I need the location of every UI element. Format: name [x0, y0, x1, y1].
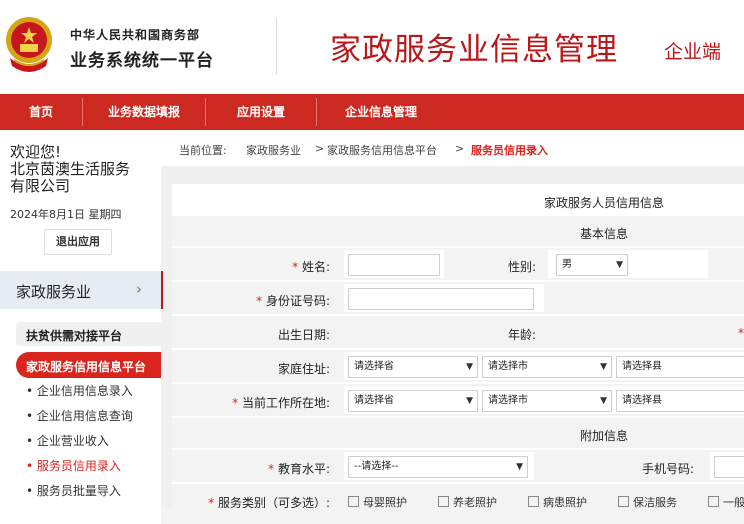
national-emblem-icon	[6, 17, 52, 72]
sidebar-group-label: 扶贫供需对接平台	[26, 329, 123, 343]
required-mark: *	[738, 326, 744, 340]
checkbox[interactable]	[528, 496, 539, 507]
company-name-line2: 有限公司	[10, 177, 71, 195]
sidebar-section-housekeeping[interactable]: 家政服务业 ›	[0, 271, 163, 309]
nav-home[interactable]: 首页	[0, 94, 82, 130]
form-section-row	[172, 418, 744, 448]
sidebar-link-enterprise-credit-entry[interactable]: • 企业信用信息录入	[26, 382, 133, 399]
name-label: * 姓名:	[292, 260, 330, 274]
breadcrumb-prefix: 当前位置:	[179, 144, 227, 157]
checkbox[interactable]	[438, 496, 449, 507]
age-label: 年龄:	[508, 328, 537, 342]
id-number-label: * 身份证号码:	[256, 294, 330, 308]
home-city-select[interactable]: 请选择市 ▼	[482, 356, 612, 378]
sidebar-link-staff-credit-entry[interactable]: • 服务员信用录入	[26, 457, 121, 474]
phone-input[interactable]	[714, 456, 744, 478]
sidebar-group-credit-active[interactable]: 家政服务信用信息平台	[16, 352, 161, 378]
credit-form: 家政服务人员信用信息 基本信息 * 姓名: 性别: 男 ▼ * 身份证号码: 出生…	[172, 184, 744, 524]
home-address-label: 家庭住址:	[277, 362, 330, 376]
chevron-down-icon: ▼	[600, 396, 607, 406]
logout-button[interactable]: 退出应用	[44, 229, 112, 255]
gender-label: 性别:	[508, 260, 537, 274]
bottom-strip	[161, 508, 744, 524]
education-select[interactable]: --请选择-- ▼	[348, 456, 528, 478]
sidebar-section-label: 家政服务业	[16, 283, 92, 301]
top-nav: 首页 业务数据填报 应用设置 企业信息管理	[0, 94, 744, 130]
id-number-input[interactable]	[348, 288, 534, 310]
header-divider	[276, 18, 277, 74]
checkbox[interactable]	[618, 496, 629, 507]
current-date: 2024年8月1日 星期四	[10, 208, 122, 221]
sidebar-link-enterprise-credit-query[interactable]: • 企业信用信息查询	[26, 407, 133, 424]
form-title: 家政服务人员信用信息	[544, 196, 665, 210]
home-county-select[interactable]: 请选择县▼	[616, 356, 744, 378]
form-section-row	[172, 216, 744, 246]
company-name-line1: 北京茵澳生活服务	[10, 160, 131, 178]
org-name-line1: 中华人民共和国商务部	[70, 28, 201, 42]
phone-label: 手机号码:	[642, 462, 695, 476]
sidebar-link-staff-bulk-import[interactable]: • 服务员批量导入	[26, 482, 121, 499]
app-title: 家政服务业信息管理	[330, 32, 618, 68]
breadcrumb: 当前位置: 家政服务业 > 家政服务信用信息平台 > 服务员信用录入	[161, 130, 744, 166]
home-province-select[interactable]: 请选择省 ▼	[348, 356, 478, 378]
work-province-select[interactable]: 请选择省 ▼	[348, 390, 478, 412]
basic-info-heading: 基本信息	[580, 227, 629, 241]
chevron-right-icon: ›	[136, 280, 142, 298]
education-label: * 教育水平:	[268, 462, 330, 476]
gender-select[interactable]: 男 ▼	[556, 254, 628, 276]
app-header: 中华人民共和国商务部 业务系统统一平台 家政服务业信息管理 企业端	[0, 0, 744, 94]
org-name-line2: 业务系统统一平台	[70, 51, 214, 71]
chevron-down-icon: ▼	[616, 260, 623, 270]
nav-app-settings[interactable]: 应用设置	[206, 94, 316, 130]
extra-info-heading: 附加信息	[580, 429, 629, 443]
app-subtitle: 企业端	[664, 41, 722, 63]
name-input[interactable]	[348, 254, 440, 276]
checkbox[interactable]	[708, 496, 719, 507]
breadcrumb-separator: >	[315, 142, 325, 155]
chevron-down-icon: ▼	[466, 362, 473, 372]
nav-enterprise-info[interactable]: 企业信息管理	[317, 94, 445, 130]
sidebar-link-business-revenue[interactable]: • 企业营业收入	[26, 432, 109, 449]
checkbox[interactable]	[348, 496, 359, 507]
welcome-greeting: 欢迎您!	[10, 143, 62, 161]
chevron-down-icon: ▼	[466, 396, 473, 406]
birth-date-label: 出生日期:	[277, 328, 330, 342]
form-row	[172, 316, 744, 348]
nav-data-entry[interactable]: 业务数据填报	[83, 94, 205, 130]
welcome-text: 欢迎您! 北京茵澳生活服务 有限公司	[10, 144, 130, 195]
breadcrumb-separator: >	[455, 142, 465, 155]
work-location-label: * 当前工作所在地:	[232, 396, 330, 410]
chevron-down-icon: ▼	[516, 462, 523, 472]
work-county-select[interactable]: 请选择县▼	[616, 390, 744, 412]
breadcrumb-current: 服务员信用录入	[471, 144, 548, 157]
chevron-down-icon: ▼	[600, 362, 607, 372]
breadcrumb-link-credit-platform[interactable]: 家政服务信用信息平台	[327, 142, 437, 158]
sidebar-group-label: 家政服务信用信息平台	[26, 360, 147, 374]
breadcrumb-link-housekeeping[interactable]: 家政服务业	[246, 142, 301, 158]
work-city-select[interactable]: 请选择市 ▼	[482, 390, 612, 412]
sidebar-group-poverty[interactable]: 扶贫供需对接平台	[16, 322, 161, 346]
